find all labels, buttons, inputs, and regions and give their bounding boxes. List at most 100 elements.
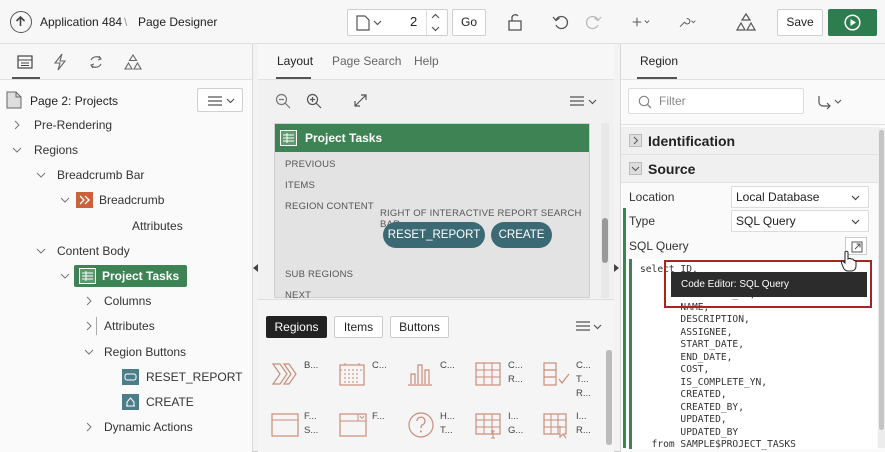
gallery-scrollbar[interactable] — [606, 350, 612, 445]
breadcrumb-region-icon — [76, 192, 93, 208]
location-label: Location — [629, 190, 675, 204]
tree-item-breadcrumb-attributes[interactable]: Attributes — [132, 215, 183, 237]
middle-pane: Layout Page Search Help Project Tasks PR… — [258, 44, 614, 452]
tab-region[interactable]: Region — [640, 54, 678, 68]
region-title: Project Tasks — [305, 131, 383, 145]
hamburger-icon[interactable] — [570, 96, 584, 106]
app-up-icon[interactable] — [10, 11, 32, 33]
gallery-tab-items[interactable]: Items — [334, 316, 383, 338]
expand-icon[interactable] — [353, 93, 368, 108]
play-icon — [844, 14, 861, 31]
chevron-down-icon — [226, 98, 235, 104]
form-icon — [271, 413, 299, 437]
search-icon — [638, 95, 652, 109]
button-icon — [122, 369, 139, 385]
report-region-icon — [280, 130, 297, 146]
chevron-down-icon[interactable] — [60, 195, 70, 205]
section-identification[interactable]: Identification — [621, 127, 879, 155]
layout-canvas: Project Tasks PREVIOUS ITEMS REGION CONT… — [274, 123, 590, 301]
dynamic-actions-tab-icon[interactable] — [53, 53, 67, 71]
position-region-content: REGION CONTENT — [285, 201, 374, 212]
chevron-down-icon[interactable] — [431, 26, 440, 32]
property-editor: Region Filter Identification Source Loca… — [620, 44, 885, 452]
page-selector[interactable]: 2 — [347, 9, 448, 36]
page-icon — [356, 15, 370, 31]
chevron-down-icon — [851, 219, 860, 225]
type-select[interactable]: SQL Query — [731, 210, 869, 232]
tree-item-project-tasks[interactable]: Project Tasks — [74, 265, 188, 287]
properties-scrollbar[interactable] — [878, 128, 885, 448]
chevron-right-icon[interactable] — [84, 422, 94, 432]
hamburger-icon[interactable] — [576, 321, 590, 331]
go-to-group-icon[interactable] — [816, 94, 846, 110]
active-tab-indicator — [12, 77, 40, 79]
canvas-scrollbar[interactable] — [601, 123, 609, 298]
run-button[interactable] — [828, 9, 877, 36]
type-label: Type — [629, 214, 656, 228]
chevron-down-icon — [851, 195, 860, 201]
gallery-tab-buttons[interactable]: Buttons — [390, 316, 449, 338]
utilities-wrench-icon[interactable] — [678, 12, 698, 32]
shared-components-tab-icon[interactable] — [124, 53, 142, 71]
lock-icon[interactable] — [505, 12, 525, 32]
section-source[interactable]: Source — [621, 155, 879, 183]
chevron-right-icon[interactable] — [12, 120, 22, 130]
tab-page-search[interactable]: Page Search — [332, 54, 401, 68]
zoom-out-icon[interactable] — [275, 93, 291, 109]
add-icon[interactable] — [632, 12, 652, 32]
chevron-down-icon[interactable] — [84, 347, 94, 357]
chevron-up-icon[interactable] — [431, 13, 440, 19]
collapse-right-icon[interactable] — [614, 264, 619, 272]
chevron-right-icon[interactable] — [84, 321, 94, 331]
create-button[interactable]: CREATE — [491, 222, 552, 248]
gallery-pane: Regions Items Buttons B... C... C... C..… — [258, 299, 614, 452]
page-node-label[interactable]: Page 2: Projects — [30, 94, 118, 108]
chevron-right-icon[interactable] — [84, 296, 94, 306]
page-number-input[interactable]: 2 — [410, 14, 417, 29]
faceted-search-icon — [339, 413, 367, 437]
middle-tabs: Layout Page Search Help — [258, 44, 614, 80]
region-header[interactable]: Project Tasks — [275, 124, 589, 152]
report-region-icon — [79, 268, 96, 284]
redo-icon[interactable] — [583, 12, 603, 32]
processing-tab-icon[interactable] — [88, 54, 104, 70]
gallery-tab-regions[interactable]: Regions — [266, 316, 327, 338]
gallery-item-interactive-report[interactable]: I... R... — [540, 403, 625, 451]
top-toolbar: Application 484 \ Page Designer 2 Go Sav… — [0, 0, 885, 44]
rendering-tab-icon[interactable] — [16, 54, 34, 70]
sql-query-label: SQL Query — [629, 239, 689, 253]
chevron-down-icon[interactable] — [12, 145, 22, 155]
hamburger-icon — [208, 96, 222, 106]
chevron-down-icon — [373, 20, 382, 26]
gallery-item-column-toggle-report[interactable]: C... T... R... — [540, 352, 625, 400]
breadcrumb-separator: \ — [124, 15, 128, 29]
left-tabs — [0, 44, 252, 80]
chevron-down-icon[interactable] — [36, 246, 46, 256]
save-button[interactable]: Save — [777, 9, 823, 36]
help-icon — [408, 412, 434, 438]
chevron-down-icon[interactable] — [36, 170, 46, 180]
app-name-link[interactable]: Application 484 — [40, 15, 122, 29]
go-button[interactable]: Go — [452, 9, 486, 36]
tab-layout[interactable]: Layout — [277, 54, 313, 68]
filter-input[interactable]: Filter — [628, 88, 804, 114]
code-editor-tooltip: Code Editor: SQL Query — [671, 272, 867, 297]
chevron-down-icon[interactable] — [593, 324, 602, 330]
undo-icon[interactable] — [551, 12, 571, 32]
chevron-down-icon[interactable] — [588, 99, 597, 105]
active-tab-indicator — [637, 77, 677, 79]
chevron-down-icon[interactable] — [60, 271, 70, 281]
page-icon — [6, 91, 22, 109]
tree-menu-button[interactable] — [197, 88, 243, 112]
zoom-in-icon[interactable] — [306, 93, 322, 109]
hand-cursor-icon — [840, 250, 857, 272]
filter-placeholder: Filter — [659, 94, 686, 108]
reset-report-button[interactable]: RESET_REPORT — [383, 222, 485, 248]
shared-components-icon[interactable] — [736, 12, 756, 32]
chart-icon — [408, 364, 432, 386]
page-title: Page Designer — [138, 15, 218, 29]
interactive-grid-icon — [475, 413, 501, 439]
chevron-down-icon — [631, 166, 640, 172]
tab-help[interactable]: Help — [414, 54, 439, 68]
location-select[interactable]: Local Database — [731, 186, 869, 208]
